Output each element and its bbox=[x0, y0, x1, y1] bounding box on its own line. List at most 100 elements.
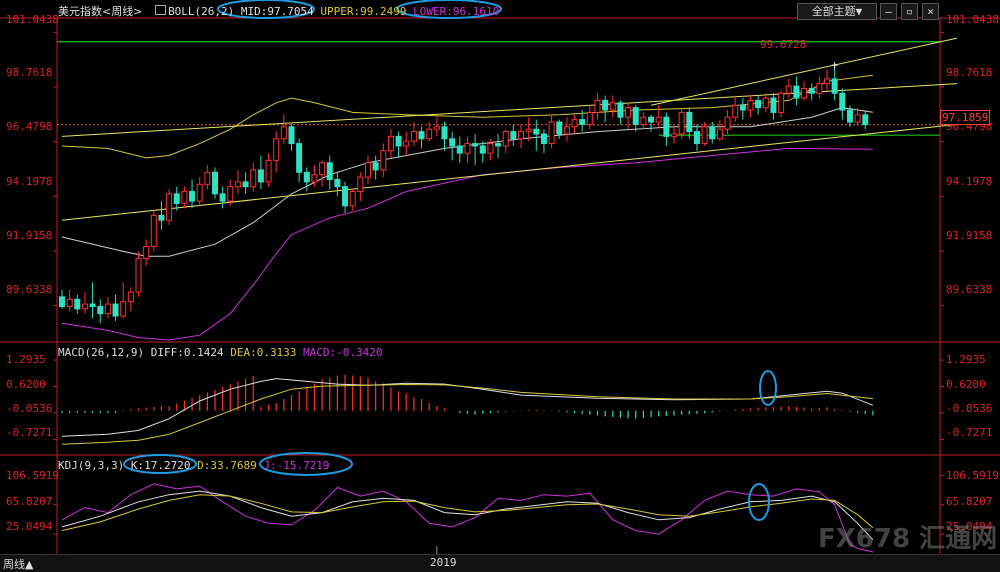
candle-body bbox=[540, 133, 547, 145]
macd-tick-left: -0.7271 bbox=[6, 426, 53, 439]
main-tick-left: 96.4798 bbox=[6, 120, 53, 133]
candle-body bbox=[143, 246, 150, 260]
candle-body bbox=[227, 186, 234, 202]
candle-body bbox=[380, 150, 387, 171]
candle-body bbox=[518, 131, 524, 140]
macd-dea-line bbox=[61, 383, 873, 445]
x-axis-year-label: 2019 bbox=[430, 556, 457, 569]
main-tick-left: 94.1978 bbox=[6, 175, 53, 188]
candle-body bbox=[273, 138, 280, 161]
candle-body bbox=[441, 126, 448, 140]
kdj-k: K:17.2720 bbox=[130, 459, 191, 472]
candle-body bbox=[801, 87, 808, 99]
candle-body bbox=[334, 179, 341, 188]
candle-body bbox=[778, 92, 785, 113]
candle-body bbox=[862, 114, 869, 126]
highlight-macd-cross-ellipse bbox=[759, 370, 777, 406]
macd-label: MACD(26,12,9) bbox=[58, 346, 145, 359]
candle-body bbox=[81, 303, 88, 310]
candle-body bbox=[579, 119, 586, 125]
boll-lower: LOWER:96.1610 bbox=[413, 5, 500, 18]
watermark-logo: FX678 汇通网 bbox=[818, 524, 998, 554]
macd-tick-left: 0.6200 bbox=[6, 378, 46, 391]
macd-dea: DEA:0.3133 bbox=[230, 346, 297, 359]
main-tick-right: 101.0438 bbox=[946, 13, 999, 26]
candle-body bbox=[74, 298, 81, 310]
bottom-bar bbox=[0, 554, 1000, 572]
candle-body bbox=[357, 176, 364, 192]
candle-body bbox=[296, 143, 303, 173]
main-tick-right: 91.9158 bbox=[946, 229, 993, 242]
candle-body bbox=[770, 97, 777, 113]
candle-body bbox=[563, 126, 570, 135]
candle-body bbox=[640, 116, 647, 125]
kdj-tick-left: 65.8207 bbox=[6, 495, 53, 508]
candle-body bbox=[288, 126, 295, 145]
candle-body bbox=[556, 121, 563, 135]
main-header: 美元指数<周线> BOLL(26,2) MID:97.7054 UPPER:99… bbox=[58, 3, 499, 19]
close-icon[interactable]: × bbox=[922, 3, 939, 20]
last-price-marker: 97.1859 bbox=[940, 110, 991, 125]
candle-body bbox=[831, 78, 838, 94]
candle-body bbox=[716, 128, 723, 140]
boll-label: BOLL(26,2) bbox=[168, 5, 235, 18]
candle-body bbox=[395, 135, 402, 147]
candle-body bbox=[632, 107, 639, 125]
candle-body bbox=[280, 126, 287, 140]
period-selector[interactable]: 周线▲ bbox=[3, 556, 33, 572]
kdj-tick-left: 106.5919 bbox=[6, 469, 59, 482]
macd-value: MACD:-0.3420 bbox=[303, 346, 383, 359]
candle-body bbox=[762, 97, 769, 109]
candle-body bbox=[311, 174, 318, 183]
candle-body bbox=[724, 116, 731, 130]
main-tick-left: 89.6338 bbox=[6, 283, 53, 296]
candle-body bbox=[816, 83, 823, 94]
candle-body bbox=[242, 181, 249, 188]
candle-body bbox=[89, 303, 96, 307]
macd-tick-left: 1.2935 bbox=[6, 353, 46, 366]
candle-body bbox=[571, 119, 578, 128]
candle-body bbox=[808, 87, 815, 94]
candle-body bbox=[609, 102, 616, 111]
candle-body bbox=[495, 143, 502, 147]
kdj-j-line bbox=[61, 483, 874, 553]
boll-mid: MID:97.7054 bbox=[240, 5, 314, 18]
candle-body bbox=[594, 99, 601, 113]
main-tick-left: 101.0438 bbox=[6, 13, 59, 26]
candle-body bbox=[663, 116, 670, 137]
macd-header: MACD(26,12,9) DIFF:0.1424 DEA:0.3133 MAC… bbox=[58, 346, 383, 359]
candle-body bbox=[464, 143, 471, 154]
candle-body bbox=[410, 131, 417, 142]
main-tick-left: 91.9158 bbox=[6, 229, 53, 242]
candle-body bbox=[487, 143, 494, 154]
candle-body bbox=[686, 111, 693, 133]
candle-body bbox=[426, 128, 433, 140]
trend-line bbox=[61, 123, 958, 221]
macd-tick-right: 1.2935 bbox=[946, 353, 986, 366]
candle-body bbox=[709, 126, 716, 140]
candle-body bbox=[502, 131, 509, 147]
minimize-icon[interactable]: – bbox=[880, 3, 897, 20]
candle-body bbox=[625, 107, 632, 118]
candle-body bbox=[158, 214, 165, 221]
trend-line bbox=[61, 83, 958, 137]
candle-body bbox=[104, 303, 111, 315]
kdj-tick-left: 25.0494 bbox=[6, 520, 53, 533]
candle-body bbox=[732, 104, 739, 118]
topic-dropdown[interactable]: 全部主题▼ bbox=[797, 3, 877, 20]
restore-icon[interactable]: ▫ bbox=[901, 3, 918, 20]
candle-body bbox=[97, 305, 104, 315]
candle-body bbox=[648, 116, 655, 123]
candle-body bbox=[250, 169, 257, 188]
candle-body bbox=[701, 126, 708, 145]
kdj-j: J:-15.7219 bbox=[263, 459, 330, 472]
macd-tick-left: -0.0536 bbox=[6, 402, 53, 415]
candle-body bbox=[127, 291, 134, 303]
candle-body bbox=[59, 296, 65, 307]
candle-body bbox=[112, 303, 119, 317]
candle-body bbox=[181, 190, 188, 204]
candle-body bbox=[265, 159, 272, 183]
macd-tick-right: 0.6200 bbox=[946, 378, 986, 391]
candle-body bbox=[617, 102, 624, 118]
candle-body bbox=[212, 171, 218, 195]
